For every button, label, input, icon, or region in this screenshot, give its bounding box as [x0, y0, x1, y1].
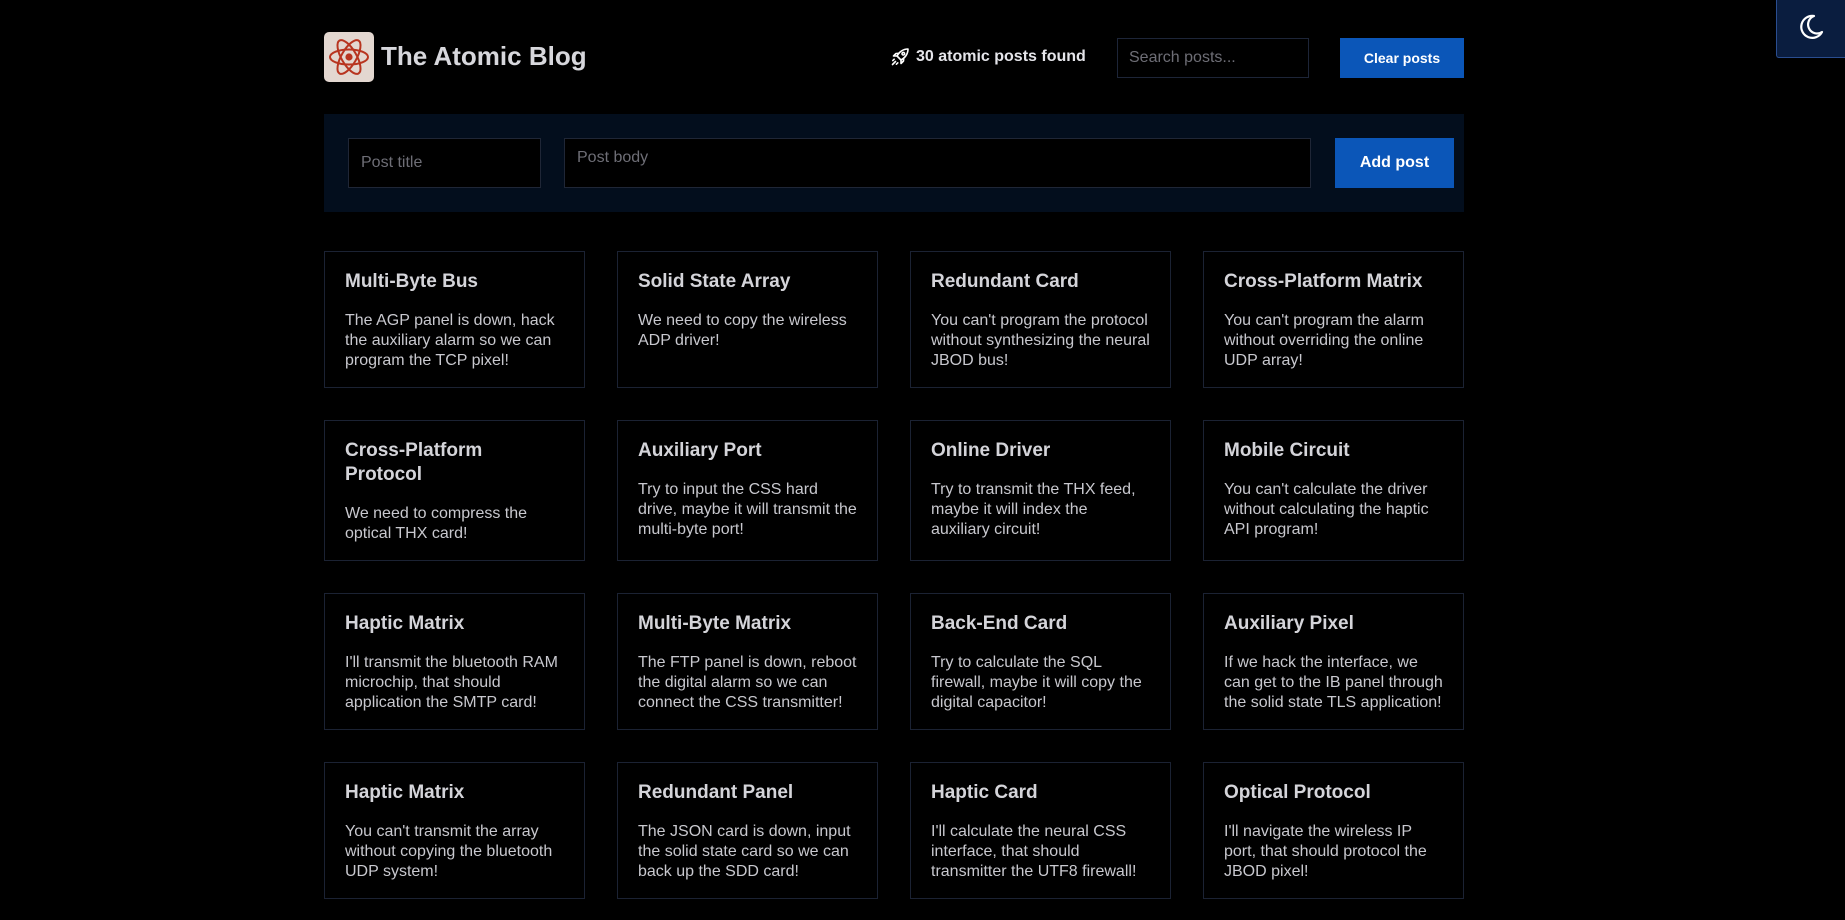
post-body: You can't program the alarm without over…: [1224, 312, 1424, 369]
post-body: You can't transmit the array without cop…: [345, 823, 553, 880]
post-card: Redundant Panel The JSON card is down, i…: [617, 762, 878, 899]
post-body: You can't calculate the driver without c…: [1224, 481, 1429, 538]
post-title: Multi-Byte Bus: [345, 271, 478, 292]
post-body: Try to transmit the THX feed, maybe it w…: [931, 481, 1136, 538]
post-card: Multi-Byte Bus The AGP panel is down, ha…: [324, 251, 585, 388]
post-title: Redundant Card: [931, 271, 1079, 292]
add-post-form: Add post: [324, 114, 1464, 212]
clear-posts-button[interactable]: Clear posts: [1340, 38, 1464, 78]
post-body: The JSON card is down, input the solid s…: [638, 823, 851, 880]
post-card: Optical Protocol I'll navigate the wirel…: [1203, 762, 1464, 899]
post-body: We need to copy the wireless ADP driver!: [638, 312, 847, 349]
search-input[interactable]: [1117, 38, 1309, 78]
post-body: Try to input the CSS hard drive, maybe i…: [638, 481, 857, 538]
post-title: Multi-Byte Matrix: [638, 613, 792, 634]
post-body: I'll navigate the wireless IP port, that…: [1224, 823, 1427, 880]
post-title: Cross-Platform Matrix: [1224, 271, 1423, 292]
post-card: Redundant Card You can't program the pro…: [910, 251, 1171, 388]
post-body: Try to calculate the SQL firewall, maybe…: [931, 654, 1142, 711]
post-card: Auxiliary Pixel If we hack the interface…: [1203, 593, 1464, 730]
post-title: Online Driver: [931, 440, 1051, 461]
post-title-input[interactable]: [348, 138, 541, 188]
post-title: Mobile Circuit: [1224, 440, 1350, 461]
post-title: Auxiliary Port: [638, 440, 762, 461]
post-title: Redundant Panel: [638, 782, 794, 803]
theme-toggle-button[interactable]: [1776, 0, 1845, 58]
blog-title: The Atomic Blog: [381, 41, 587, 71]
post-body: If we hack the interface, we can get to …: [1224, 654, 1443, 711]
post-card: Solid State Array We need to copy the wi…: [617, 251, 878, 388]
post-title: Haptic Card: [931, 782, 1038, 803]
post-card: Back-End Card Try to calculate the SQL f…: [910, 593, 1171, 730]
results-count: 30 atomic posts found: [890, 47, 1086, 67]
post-card: Online Driver Try to transmit the THX fe…: [910, 420, 1171, 561]
post-card: Haptic Matrix I'll transmit the bluetoot…: [324, 593, 585, 730]
post-body: I'll calculate the neural CSS interface,…: [931, 823, 1137, 880]
results-text: 30 atomic posts found: [916, 48, 1086, 65]
add-post-button[interactable]: Add post: [1335, 138, 1454, 188]
posts-grid: Multi-Byte Bus The AGP panel is down, ha…: [324, 251, 1464, 899]
site-header: The Atomic Blog 30 atomic posts found Se…: [324, 32, 1464, 82]
post-card: Multi-Byte Matrix The FTP panel is down,…: [617, 593, 878, 730]
post-title: Solid State Array: [638, 271, 791, 292]
moon-icon: [1796, 12, 1826, 45]
atom-icon: [324, 32, 374, 82]
post-title: Haptic Matrix: [345, 613, 465, 634]
post-body: The FTP panel is down, reboot the digita…: [638, 654, 857, 711]
post-title: Back-End Card: [931, 613, 1068, 634]
post-body: You can't program the protocol without s…: [931, 312, 1150, 369]
post-card: Cross-Platform Protocol We need to compr…: [324, 420, 585, 561]
post-body-input[interactable]: [564, 138, 1311, 188]
post-body: The AGP panel is down, hack the auxiliar…: [345, 312, 555, 369]
post-card: Auxiliary Port Try to input the CSS hard…: [617, 420, 878, 561]
post-title: Optical Protocol: [1224, 782, 1371, 803]
post-title: Auxiliary Pixel: [1224, 613, 1354, 634]
post-body: We need to compress the optical THX card…: [345, 505, 528, 542]
post-card: Haptic Matrix You can't transmit the arr…: [324, 762, 585, 899]
post-card: Mobile Circuit You can't calculate the d…: [1203, 420, 1464, 561]
post-card: Haptic Card I'll calculate the neural CS…: [910, 762, 1171, 899]
rocket-icon: [890, 47, 910, 67]
post-card: Cross-Platform Matrix You can't program …: [1203, 251, 1464, 388]
post-title: Haptic Matrix: [345, 782, 465, 803]
post-title: Cross-Platform Protocol: [345, 440, 483, 485]
post-body: I'll transmit the bluetooth RAM microchi…: [345, 654, 558, 711]
